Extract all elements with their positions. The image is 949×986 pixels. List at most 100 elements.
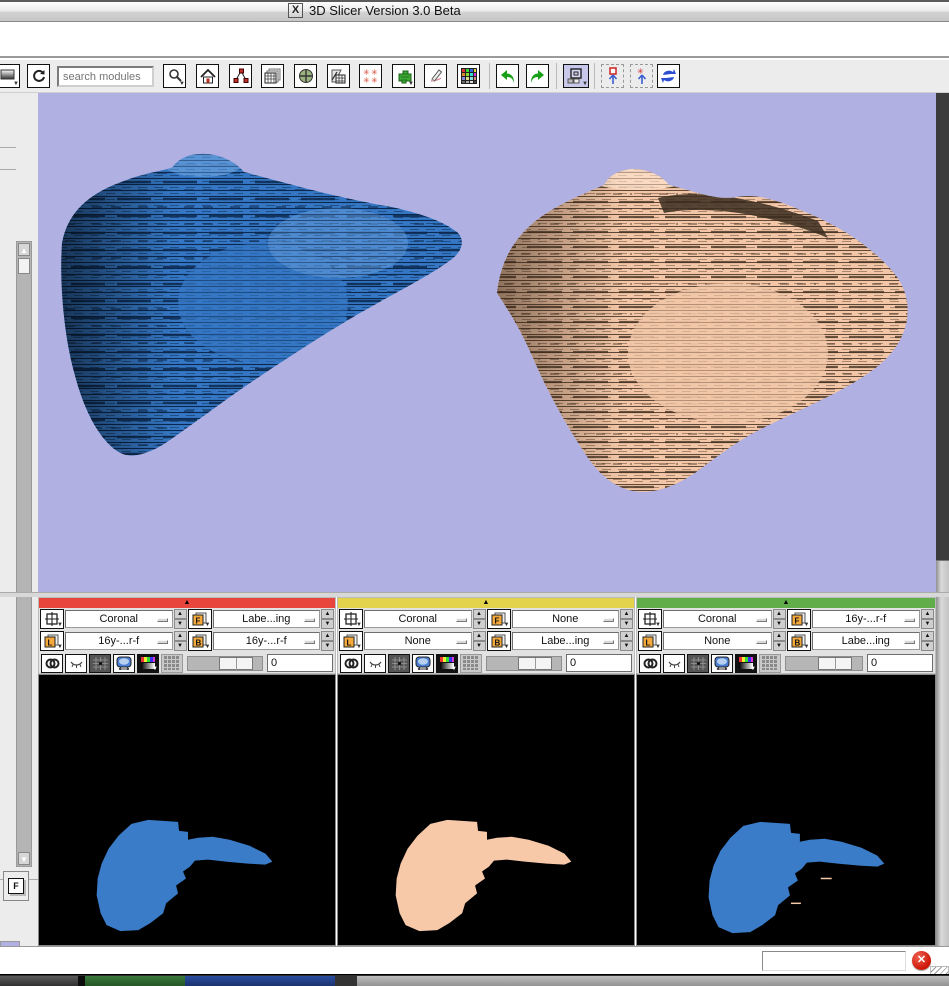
fiducials-module-button[interactable]: ✳ ✳ ✳ ✳ [359,64,382,88]
module-search-button[interactable]: ▼ [163,64,186,88]
visibility-eye-button[interactable] [663,654,685,673]
slice-link-grid-button[interactable]: ▼ [40,609,64,629]
link-views-button[interactable] [340,654,362,673]
label-spinner[interactable]: ▲▼ [473,631,486,651]
slice-offset-entry[interactable]: 0 [867,654,933,672]
orientation-spinner[interactable]: ▲▼ [773,609,786,629]
label-outline-button[interactable] [161,654,183,673]
slice-offset-slider[interactable] [486,656,562,671]
red-slice-view[interactable] [38,674,336,946]
background-spinner[interactable]: ▲▼ [620,631,633,651]
collapse-triangle-icon[interactable]: ▲ [483,599,490,607]
frame-toggle-button[interactable]: F [3,871,29,901]
slice-link-grid-button[interactable]: ▼ [638,609,662,629]
reload-gui-button[interactable] [27,64,50,88]
slice-link-grid-button[interactable]: ▼ [339,609,363,629]
label-opacity-button[interactable] [89,654,111,673]
refresh-views-button[interactable] [657,64,680,88]
foreground-select[interactable]: Labe...ing [213,610,321,628]
foreground-layer-button[interactable]: F ▼ [188,609,212,629]
slider-handle[interactable] [518,657,552,670]
volumes-module-button[interactable] [261,64,284,88]
transforms-module-button[interactable] [327,64,350,88]
background-layer-button[interactable]: B ▼ [487,631,511,651]
status-message-field[interactable] [762,951,906,971]
foreground-layer-button[interactable]: F ▼ [487,609,511,629]
label-opacity-button[interactable] [687,654,709,673]
foreground-select[interactable]: None [512,610,620,628]
window-titlebar[interactable]: X 3D Slicer Version 3.0 Beta [0,0,949,22]
label-layer-button[interactable]: L ▼ [638,631,662,651]
label-outline-button[interactable] [460,654,482,673]
scroll-up-icon[interactable]: ▲ [18,243,30,256]
foreground-spinner[interactable]: ▲▼ [620,609,633,629]
orientation-spinner[interactable]: ▲▼ [473,609,486,629]
redo-button[interactable] [526,64,549,88]
yellow-slice-view[interactable] [337,674,635,946]
collapse-triangle-icon[interactable]: ▲ [783,599,790,607]
editor-module-button[interactable]: ▼ [392,64,415,88]
slice-offset-slider[interactable] [785,656,863,671]
green-slice-view[interactable] [636,674,936,946]
label-select[interactable]: None [364,632,472,650]
segmentation-model-peach[interactable] [478,153,918,513]
colors-module-button[interactable] [457,64,480,88]
visibility-eye-button[interactable] [65,654,87,673]
scroll-down-icon[interactable]: ▼ [18,852,30,865]
foreground-spinner[interactable]: ▲▼ [921,609,934,629]
yellow-slice-header[interactable]: ▲ [338,598,634,608]
fit-to-window-button[interactable] [113,654,135,673]
threeD-viewport[interactable] [38,93,936,592]
label-opacity-button[interactable] [388,654,410,673]
label-select[interactable]: None [663,632,772,650]
module-panel-scrollbar[interactable]: ▲ ▼ [16,241,32,867]
background-spinner[interactable]: ▲▼ [321,631,334,651]
measurements-module-button[interactable] [424,64,447,88]
foreground-select[interactable]: 16y-...r-f [812,610,921,628]
background-layer-button[interactable]: B ▼ [188,631,212,651]
link-views-button[interactable] [639,654,661,673]
fit-to-window-button[interactable] [711,654,733,673]
interpolate-colorbar-button[interactable]: ▼ [137,654,159,673]
scene-snapshot-pin-button[interactable]: ✳ [630,64,653,88]
search-modules-input[interactable] [57,66,154,87]
fit-to-window-button[interactable] [412,654,434,673]
collapse-triangle-icon[interactable]: ▲ [184,599,191,607]
slice-offset-entry[interactable]: 0 [566,654,632,672]
link-views-button[interactable] [41,654,63,673]
visibility-eye-button[interactable] [364,654,386,673]
label-layer-button[interactable]: L ▼ [40,631,64,651]
green-slice-header[interactable]: ▲ [637,598,935,608]
error-indicator-icon[interactable]: ✕ [912,951,931,970]
label-spinner[interactable]: ▲▼ [174,631,187,651]
orientation-spinner[interactable]: ▲▼ [174,609,187,629]
undo-button[interactable] [496,64,519,88]
slice-offset-entry[interactable]: 0 [267,654,333,672]
background-select[interactable]: Labe...ing [812,632,921,650]
foreground-layer-button[interactable]: F ▼ [787,609,811,629]
label-outline-button[interactable] [759,654,781,673]
scrollbar-thumb[interactable] [18,258,30,274]
home-module-button[interactable] [196,64,219,88]
slider-handle[interactable] [818,657,852,670]
interpolate-colorbar-button[interactable]: ▼ [436,654,458,673]
orientation-select[interactable]: Coronal [364,610,472,628]
red-slice-header[interactable]: ▲ [39,598,335,608]
label-layer-button[interactable]: L ▼ [339,631,363,651]
foreground-spinner[interactable]: ▲▼ [321,609,334,629]
screenshot-pin-button[interactable] [601,64,624,88]
segmentation-model-blue[interactable] [38,133,498,473]
interpolate-colorbar-button[interactable]: ▼ [735,654,757,673]
background-layer-button[interactable]: B ▼ [787,631,811,651]
background-select[interactable]: 16y-...r-f [213,632,321,650]
orientation-select[interactable]: Coronal [65,610,173,628]
window-shade-menu-button[interactable]: ▼ [0,64,20,88]
background-select[interactable]: Labe...ing [512,632,620,650]
orientation-select[interactable]: Coronal [663,610,772,628]
label-spinner[interactable]: ▲▼ [773,631,786,651]
models-module-button[interactable] [294,64,317,88]
slice-offset-slider[interactable] [187,656,263,671]
background-spinner[interactable]: ▲▼ [921,631,934,651]
slider-handle[interactable] [219,657,253,670]
fiducial-hierarchy-button[interactable] [229,64,252,88]
